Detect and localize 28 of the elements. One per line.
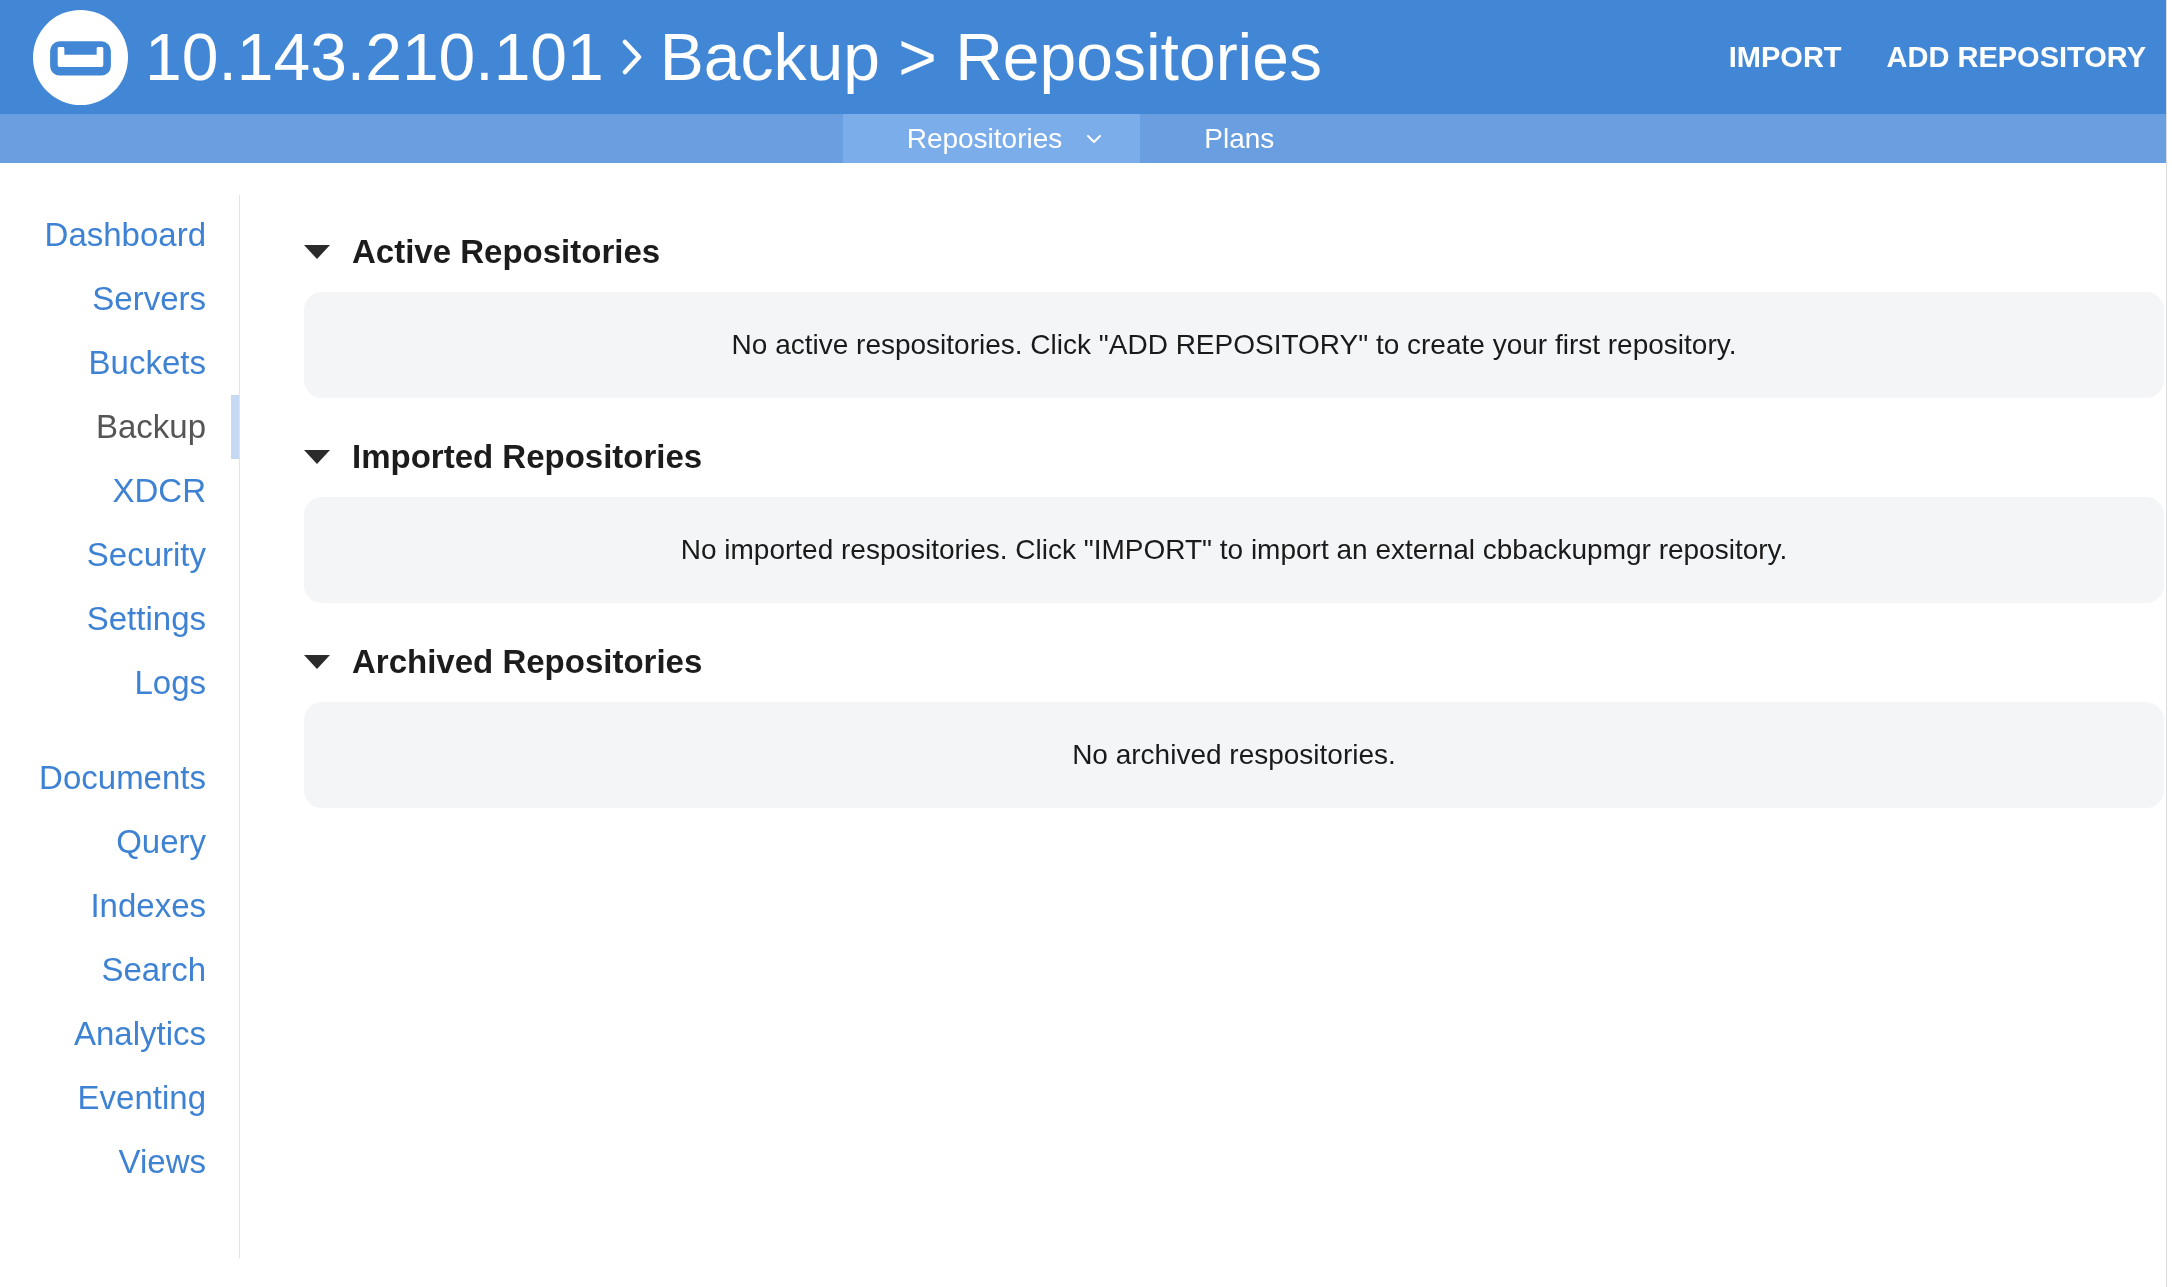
sidebar-nav-link[interactable]: Logs [0,651,239,715]
chevron-right-icon [621,39,642,75]
sidebar-nav-link[interactable]: Eventing [0,1066,239,1130]
sidebar-nav-link[interactable]: Dashboard [0,203,239,267]
sidebar-nav-link[interactable]: XDCR [0,459,239,523]
logo-icon [33,9,128,105]
sidebar-nav-link[interactable]: Search [0,938,239,1002]
empty-state-message: No archived respositories. [1072,739,1396,771]
sidebar-nav-link[interactable]: Security [0,523,239,587]
empty-state-message: No imported respositories. Click "IMPORT" to import an external cbbackupmgr repository. [680,534,1788,566]
empty-state-message: No active respositories. Click "ADD REPOSITORY" to create your first repository. [731,329,1737,361]
subnav-tab[interactable]: Repositories [842,114,1141,163]
sidebar-nav-link[interactable]: Analytics [0,1002,239,1066]
sidebar-nav-link[interactable]: Documents [0,746,239,810]
header-action-button[interactable]: ADD REPOSITORY [1886,36,2146,78]
sidebar-nav-link[interactable]: Views [0,1130,239,1194]
section-toggle[interactable]: Active Repositories [304,227,661,277]
cluster-name: 10.143.210.101 [145,24,604,90]
sidebar-nav-link[interactable]: Buckets [0,331,239,395]
section-toggle[interactable]: Imported Repositories [304,432,703,482]
sidebar-nav-link[interactable]: Query [0,810,239,874]
header-action-button[interactable]: IMPORT [1728,36,1842,78]
sidebar-nav-link[interactable]: Backup [0,395,239,459]
sidebar-nav-link[interactable]: Settings [0,587,239,651]
section-toggle[interactable]: Archived Repositories [304,637,703,687]
sidebar-nav-link[interactable]: Indexes [0,874,239,938]
subnav-tab[interactable]: Plans [1140,114,1339,163]
sidebar-nav-link[interactable]: Servers [0,267,239,331]
